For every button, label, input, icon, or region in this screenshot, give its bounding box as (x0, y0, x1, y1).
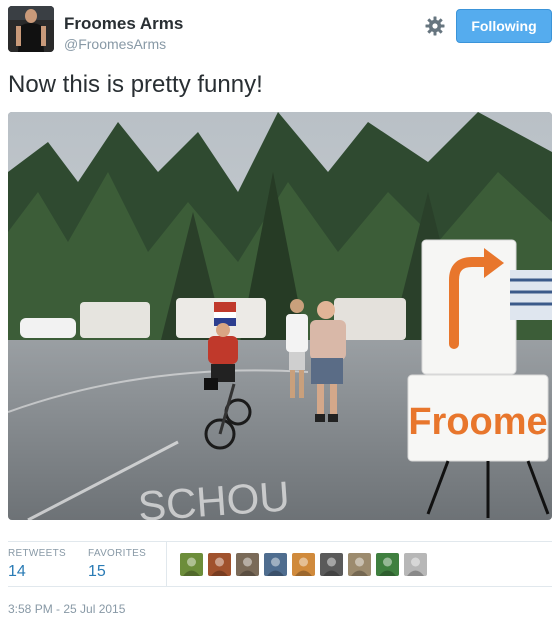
stats-divider (166, 542, 167, 586)
user-full-name[interactable]: Froomes Arms (64, 14, 183, 34)
following-button[interactable]: Following (456, 9, 552, 43)
favorites-stat[interactable]: FAVORITES 15 (88, 548, 146, 582)
retweets-label: RETWEETS (8, 548, 66, 559)
retweets-count[interactable]: 14 (8, 562, 66, 582)
tweet-text: Now this is pretty funny! (8, 71, 263, 98)
favoriters-facepile (180, 553, 427, 576)
favoriter-avatar[interactable] (236, 553, 259, 576)
froome-sign-text: Froome (408, 401, 547, 443)
favoriter-avatar[interactable] (180, 553, 203, 576)
favoriter-avatar[interactable] (348, 553, 371, 576)
tweet-header: Froomes Arms @FroomesArms Following (8, 6, 552, 56)
favoriter-avatar[interactable] (404, 553, 427, 576)
favorites-label: FAVORITES (88, 548, 147, 559)
favorites-count[interactable]: 15 (88, 562, 146, 582)
favoriter-avatar[interactable] (264, 553, 287, 576)
arrow-sign (421, 239, 517, 375)
favoriter-avatar[interactable] (376, 553, 399, 576)
favoriter-avatar[interactable] (292, 553, 315, 576)
favoriter-avatar[interactable] (208, 553, 231, 576)
tweet-photo[interactable]: SCHOU Froome (8, 112, 552, 520)
tweet-timestamp[interactable]: 3:58 PM - 25 Jul 2015 (8, 602, 125, 616)
tweet-stats: RETWEETS 14 FAVORITES 15 (8, 541, 552, 587)
user-avatar[interactable] (8, 6, 54, 52)
retweets-stat[interactable]: RETWEETS 14 (8, 548, 66, 582)
favoriter-avatar[interactable] (320, 553, 343, 576)
user-handle[interactable]: @FroomesArms (64, 35, 183, 53)
gear-icon[interactable] (424, 15, 446, 37)
